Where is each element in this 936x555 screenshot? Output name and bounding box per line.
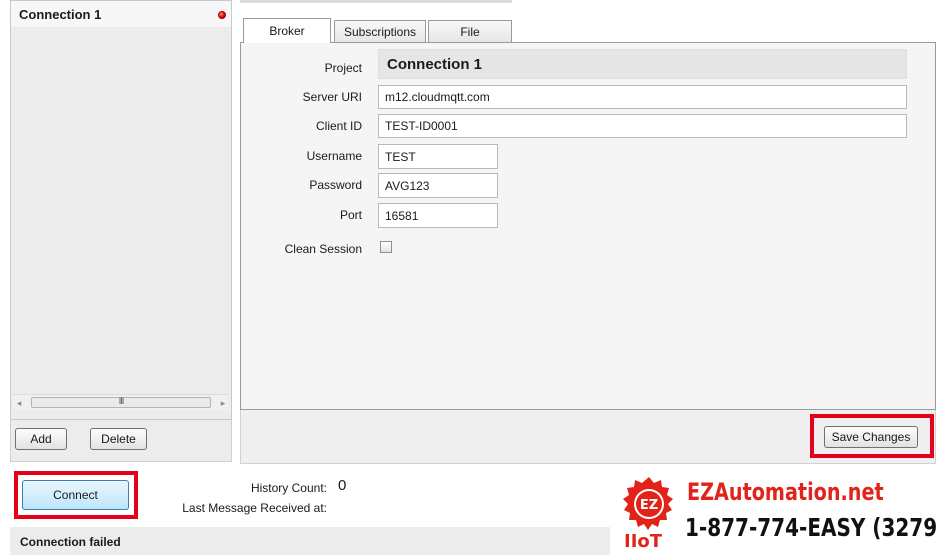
clean-session-label: Clean Session [284, 242, 362, 256]
status-text: Connection failed [20, 535, 121, 549]
tab-file[interactable]: File [428, 20, 512, 43]
horizontal-scrollbar[interactable]: ◂ III ▸ [13, 394, 229, 410]
client-id-label: Client ID [315, 119, 362, 133]
tab-broker[interactable]: Broker [243, 18, 331, 43]
connection-list: Connection 1 ◂ III ▸ [10, 0, 232, 420]
scrollbar-grip-icon: III [118, 396, 125, 406]
client-id-field[interactable]: TEST-ID0001 [378, 114, 907, 138]
ezautomation-logo: EZ [623, 477, 673, 530]
scroll-right-icon[interactable]: ▸ [217, 396, 229, 410]
history-count-label: History Count: [250, 481, 327, 495]
last-message-label: Last Message Received at: [182, 501, 327, 515]
scroll-left-icon[interactable]: ◂ [13, 396, 25, 410]
clean-session-checkbox[interactable] [380, 241, 392, 253]
add-connection-button[interactable]: Add [15, 428, 67, 450]
connection-error-icon [218, 11, 226, 19]
connection-name: Connection 1 [19, 7, 102, 22]
svg-text:EZ: EZ [640, 498, 658, 513]
server-uri-field[interactable]: m12.cloudmqtt.com [378, 85, 907, 109]
tab-subscriptions[interactable]: Subscriptions [334, 20, 426, 43]
save-button-highlight [810, 414, 934, 458]
scrollbar-thumb[interactable]: III [31, 396, 211, 408]
password-label: Password [309, 178, 362, 192]
history-count-value: 0 [338, 477, 347, 494]
top-divider [240, 0, 512, 3]
delete-connection-button[interactable]: Delete [90, 428, 147, 450]
project-name-display: Connection 1 [378, 49, 907, 79]
project-label: Project [324, 61, 362, 75]
brand-phone: 1-877-774-EASY (3279) [685, 513, 936, 542]
username-label: Username [306, 149, 362, 163]
port-field[interactable]: 16581 [378, 203, 498, 228]
password-field[interactable]: AVG123 [378, 173, 498, 198]
connect-button-highlight [14, 471, 138, 519]
connection-list-item[interactable]: Connection 1 [11, 1, 231, 27]
username-field[interactable]: TEST [378, 144, 498, 169]
port-label: Port [339, 208, 362, 222]
server-uri-label: Server URI [302, 90, 362, 104]
iiot-label: IIoT [624, 531, 663, 552]
brand-website: EZAutomation.net [687, 478, 884, 506]
